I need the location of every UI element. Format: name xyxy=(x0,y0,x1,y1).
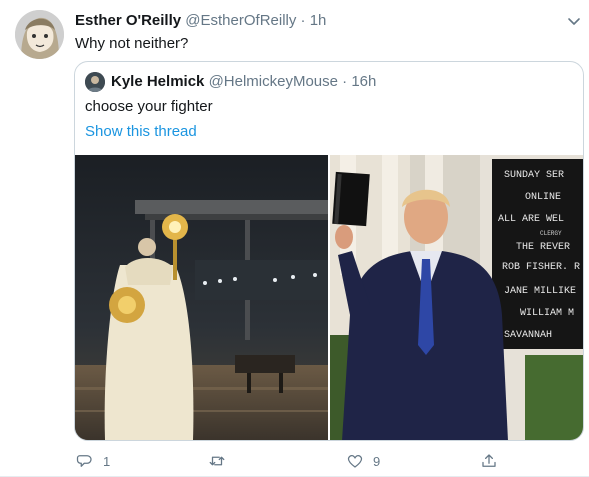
quoted-avatar[interactable] xyxy=(85,72,105,92)
quoted-author-display-name[interactable]: Kyle Helmick xyxy=(111,73,204,90)
church-sign-line: SUNDAY SER xyxy=(504,170,564,181)
avatar-illustration xyxy=(15,10,64,59)
photo-left[interactable] xyxy=(75,155,328,440)
quoted-timestamp[interactable]: 16h xyxy=(351,73,376,90)
church-sign-line: ROB FISHER. R xyxy=(502,262,580,273)
quoted-avatar-illustration xyxy=(85,72,105,92)
church-sign-line: ONLINE xyxy=(525,192,561,203)
church-sign-line: THE REVER xyxy=(516,242,570,253)
tweet-actions: 1 9 xyxy=(0,450,589,472)
timestamp[interactable]: 1h xyxy=(310,12,327,29)
media-grid: SUNDAY SER ONLINE ALL ARE WEL CLERGY THE… xyxy=(75,155,583,440)
quoted-tweet[interactable]: Kyle Helmick @HelmickeyMouse · 16h choos… xyxy=(74,61,584,441)
reply-button[interactable]: 1 xyxy=(76,450,110,472)
church-sign-line: CLERGY xyxy=(540,230,562,237)
church-sign-line: SAVANNAH xyxy=(504,330,552,341)
author-display-name[interactable]: Esther O'Reilly xyxy=(75,12,181,29)
separator-dot: · xyxy=(342,73,348,90)
like-count: 9 xyxy=(373,453,381,469)
quoted-tweet-text: choose your fighter xyxy=(85,98,213,115)
church-sign-line: ALL ARE WEL xyxy=(498,214,564,225)
author-handle[interactable]: @EstherOfReilly xyxy=(185,12,296,29)
separator-dot: · xyxy=(300,12,306,29)
quoted-author-handle[interactable]: @HelmickeyMouse xyxy=(209,73,338,90)
chevron-down-icon[interactable] xyxy=(565,12,583,30)
share-button[interactable] xyxy=(480,450,498,472)
photo-right[interactable]: SUNDAY SER ONLINE ALL ARE WEL CLERGY THE… xyxy=(330,155,583,440)
show-thread-link[interactable]: Show this thread xyxy=(85,122,197,142)
avatar[interactable] xyxy=(15,10,64,59)
reply-icon xyxy=(76,455,92,467)
quoted-tweet-header: Kyle Helmick @HelmickeyMouse · 16h xyxy=(111,72,376,92)
reply-count: 1 xyxy=(103,453,111,469)
tweet-text: Why not neither? xyxy=(75,35,189,52)
church-sign-line: WILLIAM M xyxy=(520,308,574,319)
share-icon xyxy=(482,454,496,467)
like-button[interactable]: 9 xyxy=(346,450,380,472)
tweet[interactable]: Esther O'Reilly @EstherOfReilly · 1h Why… xyxy=(0,0,589,477)
tweet-header: Esther O'Reilly @EstherOfReilly · 1h xyxy=(75,11,326,31)
church-sign-line: JANE MILLIKE xyxy=(504,286,576,297)
retweet-button[interactable] xyxy=(208,450,235,472)
retweet-icon xyxy=(209,456,225,466)
heart-icon xyxy=(347,455,363,468)
